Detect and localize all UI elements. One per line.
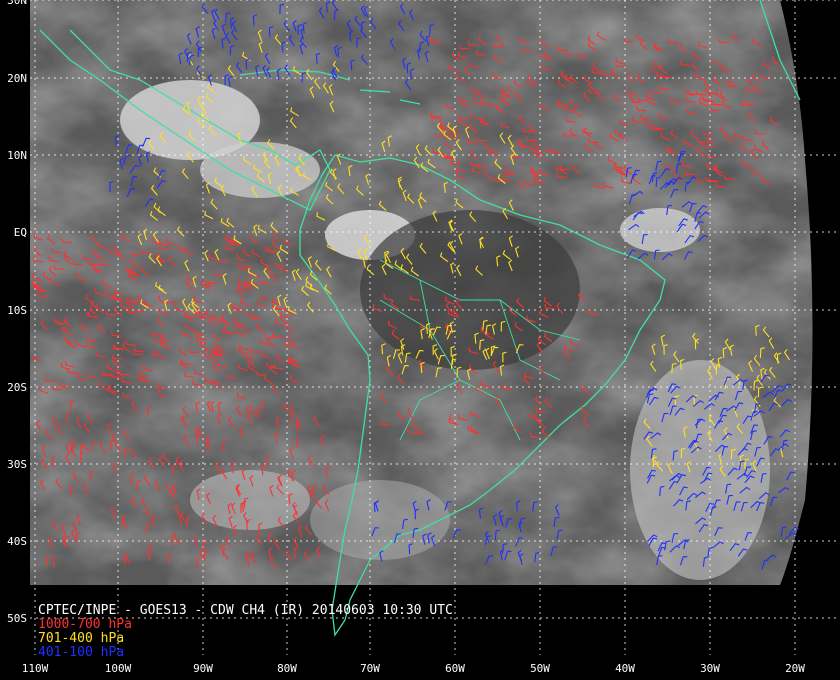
lat-label-30n: 30N — [7, 0, 27, 7]
lat-label-10n: 10N — [7, 149, 27, 162]
lat-label-10s: 10S — [7, 304, 27, 317]
lon-label-100w: 100W — [105, 662, 132, 675]
lon-label-80w: 80W — [277, 662, 297, 675]
lat-label-40s: 40S — [7, 535, 27, 548]
lon-label-110w: 110W — [22, 662, 49, 675]
lat-label-20s: 20S — [7, 381, 27, 394]
longitude-labels: 110W 100W 90W 80W 70W 60W 50W 40W 30W 20W — [22, 662, 806, 675]
lat-label-50s: 50S — [7, 612, 27, 625]
lon-label-60w: 60W — [445, 662, 465, 675]
latitude-labels: 30N 20N 10N EQ 10S 20S 30S 40S 50S — [7, 0, 27, 625]
lon-label-50w: 50W — [530, 662, 550, 675]
lat-label-30s: 30S — [7, 458, 27, 471]
lon-label-70w: 70W — [360, 662, 380, 675]
lat-label-eq: EQ — [14, 226, 27, 239]
legend-high-level: 401-100 hPa — [38, 645, 125, 660]
satellite-wind-map: 30N 20N 10N EQ 10S 20S 30S 40S 50S 110W 100W 90W 80… — [0, 0, 840, 680]
legend-low-level: 1000-700 hPa — [38, 617, 132, 632]
image-title: CPTEC/INPE - GOES13 - CDW CH4 (IR) 20140… — [38, 603, 453, 618]
lon-label-30w: 30W — [700, 662, 720, 675]
lon-label-40w: 40W — [615, 662, 635, 675]
legend-mid-level: 701-400 hPa — [38, 631, 125, 646]
lon-label-90w: 90W — [193, 662, 213, 675]
lat-label-20n: 20N — [7, 72, 27, 85]
lon-label-20w: 20W — [785, 662, 805, 675]
map-canvas: 30N 20N 10N EQ 10S 20S 30S 40S 50S 110W 100W 90W 80… — [7, 0, 840, 675]
